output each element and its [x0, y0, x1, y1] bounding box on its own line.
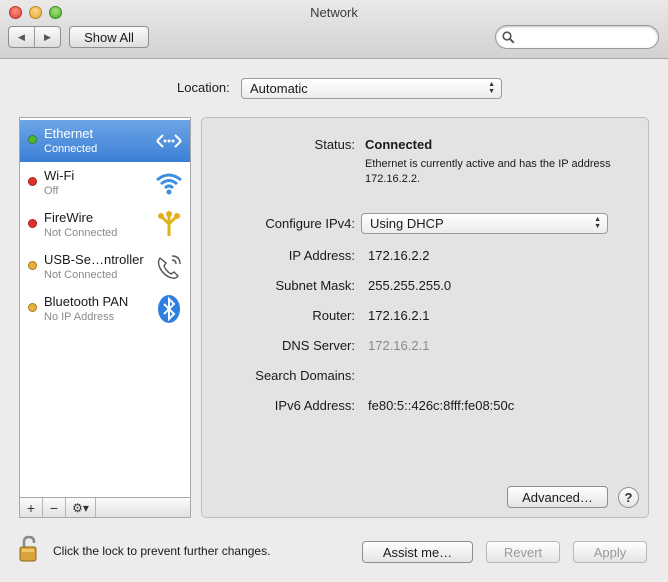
firewire-icon: [158, 211, 180, 236]
remove-service-button[interactable]: −: [43, 498, 66, 517]
advanced-button[interactable]: Advanced…: [507, 486, 608, 508]
location-popup[interactable]: Automatic ▲ ▼: [241, 78, 502, 99]
status-description: Ethernet is currently active and has the…: [365, 158, 611, 185]
status-dot-green: [28, 135, 37, 144]
status-dot-yellow: [28, 261, 37, 270]
service-item-usb-serial[interactable]: USB-Se…ntroller Not Connected: [20, 246, 190, 288]
service-list-toolbar: + − ⚙▾: [19, 497, 191, 518]
add-service-button[interactable]: +: [20, 498, 43, 517]
back-forward-control: ◀ ▶: [8, 26, 61, 48]
back-button[interactable]: ◀: [9, 27, 35, 47]
service-status: No IP Address: [44, 311, 115, 323]
subnet-mask-label: Subnet Mask:: [275, 278, 356, 293]
subnet-mask-value: 255.255.255.0: [368, 278, 452, 293]
service-name: Wi-Fi: [44, 168, 75, 183]
configure-ipv4-label: Configure IPv4:: [265, 216, 355, 231]
service-item-ethernet[interactable]: Ethernet Connected: [20, 120, 190, 162]
status-label: Status:: [314, 137, 355, 152]
ethernet-arrows-icon: [156, 134, 182, 148]
help-button[interactable]: ?: [618, 487, 639, 508]
configure-ipv4-value: Using DHCP: [370, 216, 444, 231]
service-item-bluetooth-pan[interactable]: Bluetooth PAN No IP Address: [20, 288, 190, 330]
bluetooth-icon: [158, 295, 180, 323]
service-name: Ethernet: [44, 126, 94, 141]
service-status: Connected: [44, 143, 98, 155]
service-status: Off: [44, 185, 59, 197]
search-field[interactable]: [495, 25, 659, 49]
location-label: Location:: [177, 80, 230, 95]
service-item-wifi[interactable]: Wi-Fi Off: [20, 162, 190, 204]
status-dot-yellow: [28, 303, 37, 312]
ip-address-value: 172.16.2.2: [368, 248, 430, 263]
assist-me-button[interactable]: Assist me…: [362, 541, 473, 563]
window-title: Network: [310, 5, 358, 20]
router-label: Router:: [312, 308, 355, 323]
ipv6-address-label: IPv6 Address:: [274, 398, 355, 413]
lock-message: Click the lock to prevent further change…: [53, 544, 271, 558]
service-list: Ethernet Connected Wi-Fi Off FireWire No…: [19, 117, 191, 518]
ip-address-label: IP Address:: [288, 248, 355, 263]
service-status: Not Connected: [44, 269, 118, 281]
status-value: Connected: [365, 137, 433, 152]
lock-icon[interactable]: [18, 535, 44, 563]
configure-ipv4-popup[interactable]: Using DHCP ▲ ▼: [361, 213, 608, 234]
show-all-button[interactable]: Show All: [69, 26, 149, 48]
status-dot-red: [28, 219, 37, 228]
service-name: Bluetooth PAN: [44, 294, 129, 309]
service-item-firewire[interactable]: FireWire Not Connected: [20, 204, 190, 246]
popup-arrows-icon: ▲ ▼: [488, 81, 495, 95]
wifi-icon: [156, 173, 182, 195]
service-name: USB-Se…ntroller: [44, 252, 144, 267]
revert-button[interactable]: Revert: [486, 541, 560, 563]
status-dot-red: [28, 177, 37, 186]
search-icon: [502, 31, 515, 44]
service-status: Not Connected: [44, 227, 118, 239]
dns-server-value: 172.16.2.1: [368, 338, 430, 353]
popup-arrows-icon: ▲ ▼: [594, 216, 601, 230]
router-value: 172.16.2.1: [368, 308, 430, 323]
gear-menu-button[interactable]: ⚙▾: [66, 498, 96, 517]
search-domains-label: Search Domains:: [255, 368, 355, 383]
service-name: FireWire: [44, 210, 94, 225]
apply-button[interactable]: Apply: [573, 541, 647, 563]
ipv6-address-value: fe80:5::426c:8fff:fe08:50c: [368, 398, 515, 413]
phone-modem-icon: [157, 255, 181, 279]
forward-button[interactable]: ▶: [35, 27, 60, 47]
window-titlebar: Network ◀ ▶ Show All: [0, 0, 668, 59]
dns-server-label: DNS Server:: [282, 338, 355, 353]
location-value: Automatic: [250, 81, 308, 96]
